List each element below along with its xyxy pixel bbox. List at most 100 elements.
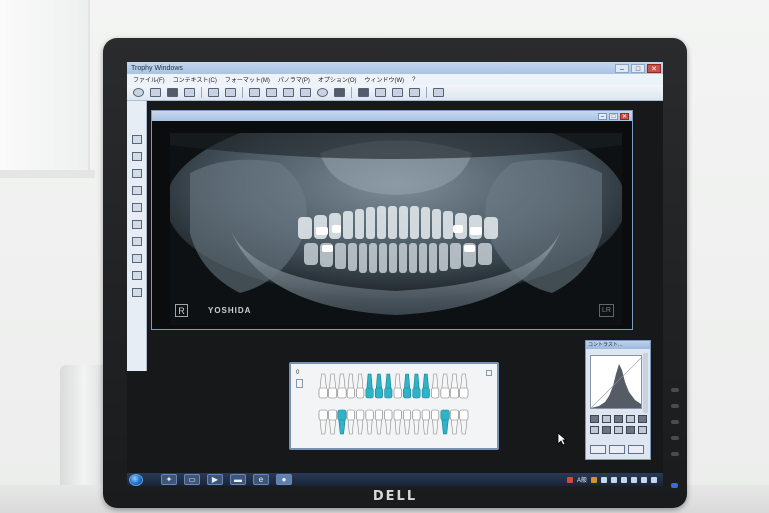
menu-options[interactable]: オプション(O): [318, 75, 357, 84]
upper-tooth-10[interactable]: [403, 373, 412, 399]
upper-tooth-11[interactable]: [412, 373, 421, 399]
lower-tooth-12[interactable]: [421, 409, 430, 435]
lower-tooth-6[interactable]: [365, 409, 374, 435]
upper-tooth-3[interactable]: [337, 373, 347, 399]
brightness-tool-icon[interactable]: [131, 254, 142, 263]
ime-indicator[interactable]: A般: [577, 475, 587, 484]
upper-tooth-5[interactable]: [356, 373, 365, 399]
pen-tool-icon[interactable]: [131, 169, 142, 178]
frame-icon[interactable]: [283, 88, 294, 97]
taskbar-app-folder[interactable]: ▬: [230, 474, 246, 485]
film-icon[interactable]: [300, 88, 311, 97]
invert-icon[interactable]: [626, 415, 635, 423]
print-icon[interactable]: [184, 88, 195, 97]
folder-icon[interactable]: [150, 88, 161, 97]
monitor-button-1[interactable]: [671, 388, 679, 392]
lower-tooth-10[interactable]: [403, 409, 412, 435]
lower-tooth-2[interactable]: [328, 409, 338, 435]
monitor-button-2[interactable]: [671, 404, 679, 408]
undo-icon[interactable]: [225, 88, 236, 97]
keyboard-icon[interactable]: [621, 476, 627, 483]
gamma-icon[interactable]: [614, 415, 623, 423]
zoom-in-icon[interactable]: [626, 426, 635, 434]
zoom-icon[interactable]: [317, 88, 328, 97]
panoramic-xray[interactable]: R YOSHIDA LR: [170, 133, 622, 325]
menu-file[interactable]: ファイル(F): [133, 75, 165, 84]
taskbar-app-media[interactable]: ▶: [207, 474, 223, 485]
layout-icon[interactable]: [249, 88, 260, 97]
panorama-icon[interactable]: [266, 88, 277, 97]
volume-icon[interactable]: [611, 476, 617, 483]
angle-tool-icon[interactable]: [131, 186, 142, 195]
crop-tool-icon[interactable]: [131, 271, 142, 280]
brightness-icon[interactable]: [602, 415, 611, 423]
upper-tooth-13[interactable]: [431, 373, 440, 399]
apply-preset-button-3[interactable]: [628, 445, 644, 454]
reset-icon[interactable]: [638, 426, 647, 434]
notification-icon[interactable]: [566, 476, 573, 483]
xray-maximize-button[interactable]: □: [609, 112, 618, 120]
flip-icon[interactable]: [392, 88, 403, 97]
ruler-tool-icon[interactable]: [131, 288, 142, 297]
menu-format[interactable]: フォーマット(M): [225, 75, 270, 84]
emboss-icon[interactable]: [602, 426, 611, 434]
upper-tooth-15[interactable]: [449, 373, 459, 399]
taskbar-app-explorer-window[interactable]: ▭: [184, 474, 200, 485]
contrast-icon[interactable]: [590, 415, 599, 423]
upper-tooth-8[interactable]: [384, 373, 393, 399]
select-tool-icon[interactable]: [131, 135, 142, 144]
link-icon[interactable]: [208, 88, 219, 97]
flag-icon[interactable]: [641, 476, 647, 483]
taskbar-app-user[interactable]: ●: [276, 474, 292, 485]
monitor-button-5[interactable]: [671, 452, 679, 456]
menu-context[interactable]: コンテキスト(C): [173, 75, 217, 84]
upper-tooth-4[interactable]: [346, 373, 355, 399]
text-tool-icon[interactable]: [131, 203, 142, 212]
maximize-button[interactable]: □: [631, 63, 645, 73]
page-icon[interactable]: [409, 88, 420, 97]
lower-tooth-3[interactable]: [337, 409, 347, 435]
upper-tooth-7[interactable]: [374, 373, 383, 399]
sharpen-icon[interactable]: [638, 415, 647, 423]
lower-tooth-1[interactable]: [318, 409, 328, 435]
xray-minimize-button[interactable]: –: [598, 112, 607, 120]
minimize-button[interactable]: –: [615, 63, 629, 73]
help-icon[interactable]: [631, 476, 637, 483]
lower-tooth-9[interactable]: [393, 409, 402, 435]
lower-tooth-8[interactable]: [384, 409, 393, 435]
monitor-button-3[interactable]: [671, 420, 679, 424]
open-icon[interactable]: [133, 88, 144, 97]
lower-tooth-4[interactable]: [346, 409, 355, 435]
xray-close-button[interactable]: ✕: [620, 112, 629, 120]
start-button-icon[interactable]: [129, 473, 143, 486]
lower-tooth-11[interactable]: [412, 409, 421, 435]
apply-preset-button-1[interactable]: [590, 445, 606, 454]
security-icon[interactable]: [591, 476, 597, 483]
menu-window[interactable]: ウィンドウ(W): [365, 75, 405, 84]
clock-icon[interactable]: [651, 476, 657, 483]
upper-tooth-14[interactable]: [440, 373, 450, 399]
upper-tooth-16[interactable]: [459, 373, 469, 399]
histogram-graph[interactable]: [590, 355, 642, 409]
smooth-icon[interactable]: [590, 426, 599, 434]
taskbar-app-trophy[interactable]: ✦: [161, 474, 177, 485]
color-icon[interactable]: [614, 426, 623, 434]
monitor-button-4[interactable]: [671, 436, 679, 440]
taskbar-app-ie[interactable]: e: [253, 474, 269, 485]
implant-tool-icon[interactable]: [131, 220, 142, 229]
lower-tooth-7[interactable]: [374, 409, 383, 435]
filter-icon[interactable]: [334, 88, 345, 97]
upper-tooth-2[interactable]: [328, 373, 338, 399]
magnifier-tool-icon[interactable]: [131, 237, 142, 246]
measure-tool-icon[interactable]: [131, 152, 142, 161]
dental-chart-corner-icon[interactable]: [486, 370, 492, 376]
power-button-icon[interactable]: [671, 483, 678, 488]
menu-help[interactable]: ?: [412, 77, 415, 83]
lower-tooth-13[interactable]: [431, 409, 440, 435]
dental-chart[interactable]: 0: [289, 362, 499, 450]
lower-tooth-16[interactable]: [459, 409, 469, 435]
acquire-icon[interactable]: [167, 88, 178, 97]
close-button[interactable]: ✕: [647, 63, 661, 73]
rotate-icon[interactable]: [375, 88, 386, 97]
upper-tooth-1[interactable]: [318, 373, 328, 399]
